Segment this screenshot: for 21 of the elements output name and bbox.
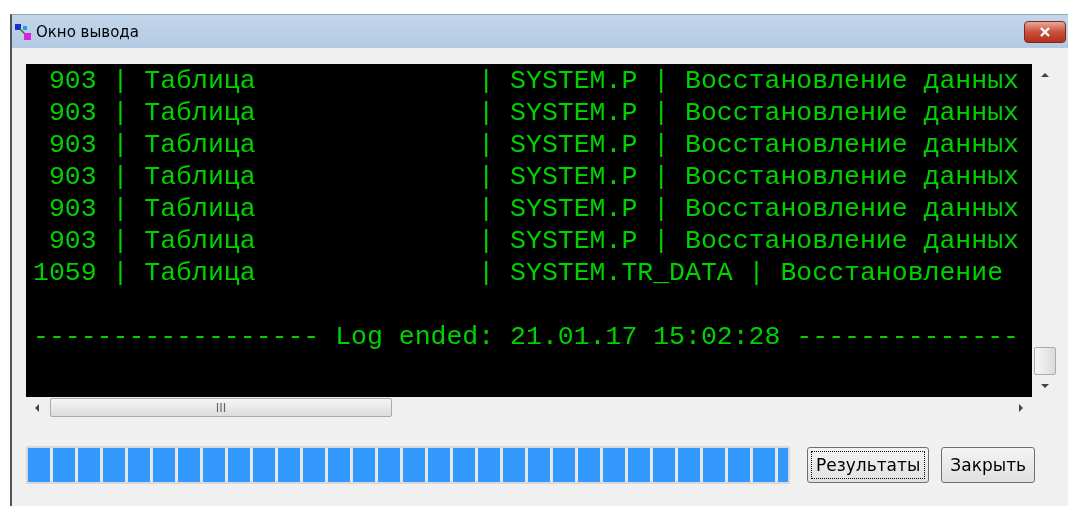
log-line: 903 | Таблица | SYSTEM.P | Восстановление данных bbox=[47, 225, 1019, 257]
scroll-up-icon[interactable] bbox=[1040, 72, 1050, 78]
log-line: 903 | Таблица | SYSTEM.P | Восстановление данных bbox=[47, 65, 1019, 97]
close-button[interactable] bbox=[1024, 20, 1066, 43]
log-line: 903 | Таблица | SYSTEM.P | Восстановление данных bbox=[47, 129, 1019, 161]
log-line: 903 | Таблица | SYSTEM.P | Восстановление данных bbox=[47, 161, 1019, 193]
log-line: 903 | Таблица | SYSTEM.P | Восстановление данных bbox=[47, 193, 1019, 225]
grip-icon bbox=[216, 403, 226, 412]
dialog-button[interactable]: Результаты bbox=[807, 447, 930, 483]
log-end-line: ------------------ Log ended: 21.01.17 15:02:28 -------------- bbox=[33, 321, 1019, 353]
dialog-button[interactable]: Закрыть bbox=[941, 447, 1036, 483]
scrollbar-thumb[interactable] bbox=[1034, 347, 1056, 375]
log-line: 903 | Таблица | SYSTEM.P | Восстановление данных bbox=[47, 97, 1019, 129]
scroll-left-icon[interactable] bbox=[34, 402, 40, 413]
window-title: Окно вывода bbox=[36, 22, 140, 41]
scrollbar-thumb[interactable] bbox=[50, 398, 392, 417]
log-line: 1059 | Таблица | SYSTEM.TR_DATA | Восстановление bbox=[33, 257, 1004, 289]
scroll-down-icon[interactable] bbox=[1040, 383, 1050, 389]
close-icon bbox=[1038, 25, 1052, 38]
scroll-right-icon[interactable] bbox=[1018, 402, 1024, 413]
app-icon bbox=[14, 22, 32, 41]
